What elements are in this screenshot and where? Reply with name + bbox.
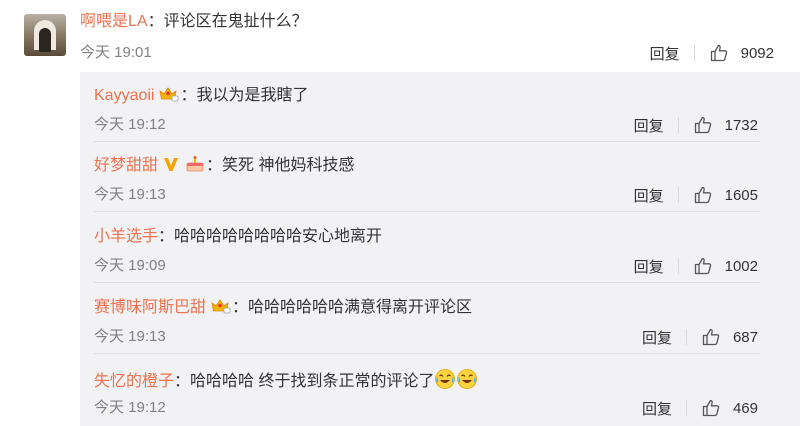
reply-item: 赛博味阿斯巴甜 ：哈哈哈哈哈哈满意得离开评论区 今天 19:13 回复 687 — [80, 284, 800, 354]
reply-username[interactable]: 小羊选手 — [94, 228, 158, 245]
reply-text: 哈哈哈哈哈哈哈哈安心地离开 — [174, 228, 383, 245]
reply-item: Kayyaoii ：我以为是我瞎了 今天 19:12 回复 1732 — [80, 72, 800, 142]
laughing-tears-emoji-icon — [456, 368, 478, 397]
colon: ： — [147, 13, 164, 30]
laughing-tears-emoji-icon — [434, 368, 456, 397]
colon: ： — [180, 87, 197, 104]
reply-username[interactable]: 好梦甜甜 — [94, 157, 158, 174]
comment-line: 啊喂是LA：评论区在鬼扯什么？ — [80, 11, 308, 33]
colon: ： — [232, 299, 249, 316]
like-count: 1605 — [724, 186, 758, 204]
divider — [94, 353, 760, 354]
crown-badge-icon — [210, 297, 232, 322]
like-count: 687 — [732, 328, 758, 346]
reply-time: 今天 19:13 — [94, 328, 166, 345]
colon: ： — [206, 157, 223, 174]
replies-panel: Kayyaoii ：我以为是我瞎了 今天 19:12 回复 1732 好梦甜甜 ：笑… — [80, 72, 800, 426]
v-badge-icon — [162, 155, 180, 180]
reply-text: 哈哈哈哈 终于找到条正常的评论了 — [190, 373, 435, 390]
colon: ： — [158, 228, 175, 245]
action-separator — [677, 258, 679, 274]
action-separator — [685, 400, 687, 416]
action-separator — [677, 117, 679, 133]
main-comment: 啊喂是LA：评论区在鬼扯什么？ 今天 19:01 回复 9092 — [0, 0, 800, 72]
colon: ： — [174, 373, 191, 390]
action-separator — [677, 187, 679, 203]
reply-username[interactable]: 赛博味阿斯巴甜 — [94, 299, 206, 316]
reply-item: 失忆的橙子：哈哈哈哈 终于找到条正常的评论了 今天 19:12 回复 469 — [80, 355, 800, 425]
like-count: 1732 — [724, 116, 758, 134]
action-separator — [685, 329, 687, 345]
like-count: 1002 — [724, 257, 758, 275]
cake-badge-icon — [184, 155, 206, 180]
like-count: 9092 — [740, 44, 774, 62]
reply-line: Kayyaoii ：我以为是我瞎了 — [94, 85, 309, 110]
reply-text: 笑死 神他妈科技感 — [222, 157, 355, 174]
reply-line: 赛博味阿斯巴甜 ：哈哈哈哈哈哈满意得离开评论区 — [94, 297, 472, 322]
crown-badge-icon — [158, 85, 180, 110]
avatar[interactable] — [24, 14, 66, 56]
thumbs-up-icon[interactable] — [701, 327, 721, 347]
reply-item: 好梦甜甜 ：笑死 神他妈科技感 今天 19:13 回复 1605 — [80, 142, 800, 212]
reply-text: 我以为是我瞎了 — [196, 87, 309, 104]
reply-line: 失忆的橙子：哈哈哈哈 终于找到条正常的评论了 — [94, 368, 478, 397]
reply-button[interactable]: 回复 — [634, 115, 664, 136]
reply-button[interactable]: 回复 — [642, 398, 672, 419]
reply-username[interactable]: Kayyaoii — [94, 87, 154, 104]
reply-line: 小羊选手：哈哈哈哈哈哈哈哈安心地离开 — [94, 226, 382, 248]
reply-button[interactable]: 回复 — [634, 185, 664, 206]
reply-button[interactable]: 回复 — [634, 256, 664, 277]
reply-time: 今天 19:12 — [94, 116, 166, 133]
comment-text: 评论区在鬼扯什么？ — [163, 13, 308, 30]
reply-username[interactable]: 失忆的橙子 — [94, 373, 174, 390]
reply-time: 今天 19:09 — [94, 257, 166, 274]
reply-time: 今天 19:13 — [94, 186, 166, 203]
reply-actions: 回复 1732 — [634, 115, 758, 135]
action-separator — [693, 45, 695, 61]
reply-time: 今天 19:12 — [94, 399, 166, 416]
thumbs-up-icon[interactable] — [693, 185, 713, 205]
comment-time: 今天 19:01 — [80, 44, 152, 61]
reply-actions: 回复 469 — [642, 398, 758, 418]
thumbs-up-icon[interactable] — [693, 256, 713, 276]
avatar-figure — [39, 28, 51, 52]
thumbs-up-icon[interactable] — [709, 43, 729, 63]
reply-actions: 回复 687 — [642, 327, 758, 347]
thumbs-up-icon[interactable] — [693, 115, 713, 135]
reply-line: 好梦甜甜 ：笑死 神他妈科技感 — [94, 155, 354, 180]
thumbs-up-icon[interactable] — [701, 398, 721, 418]
reply-button[interactable]: 回复 — [650, 43, 680, 64]
comment-username[interactable]: 啊喂是LA — [80, 13, 148, 30]
reply-actions: 回复 1002 — [634, 256, 758, 276]
like-count: 469 — [732, 399, 758, 417]
reply-text: 哈哈哈哈哈哈满意得离开评论区 — [248, 299, 473, 316]
divider — [94, 211, 760, 212]
divider — [94, 282, 760, 283]
comment-actions: 回复 9092 — [650, 43, 774, 63]
reply-button[interactable]: 回复 — [642, 327, 672, 348]
reply-item: 小羊选手：哈哈哈哈哈哈哈哈安心地离开 今天 19:09 回复 1002 — [80, 213, 800, 283]
reply-actions: 回复 1605 — [634, 185, 758, 205]
